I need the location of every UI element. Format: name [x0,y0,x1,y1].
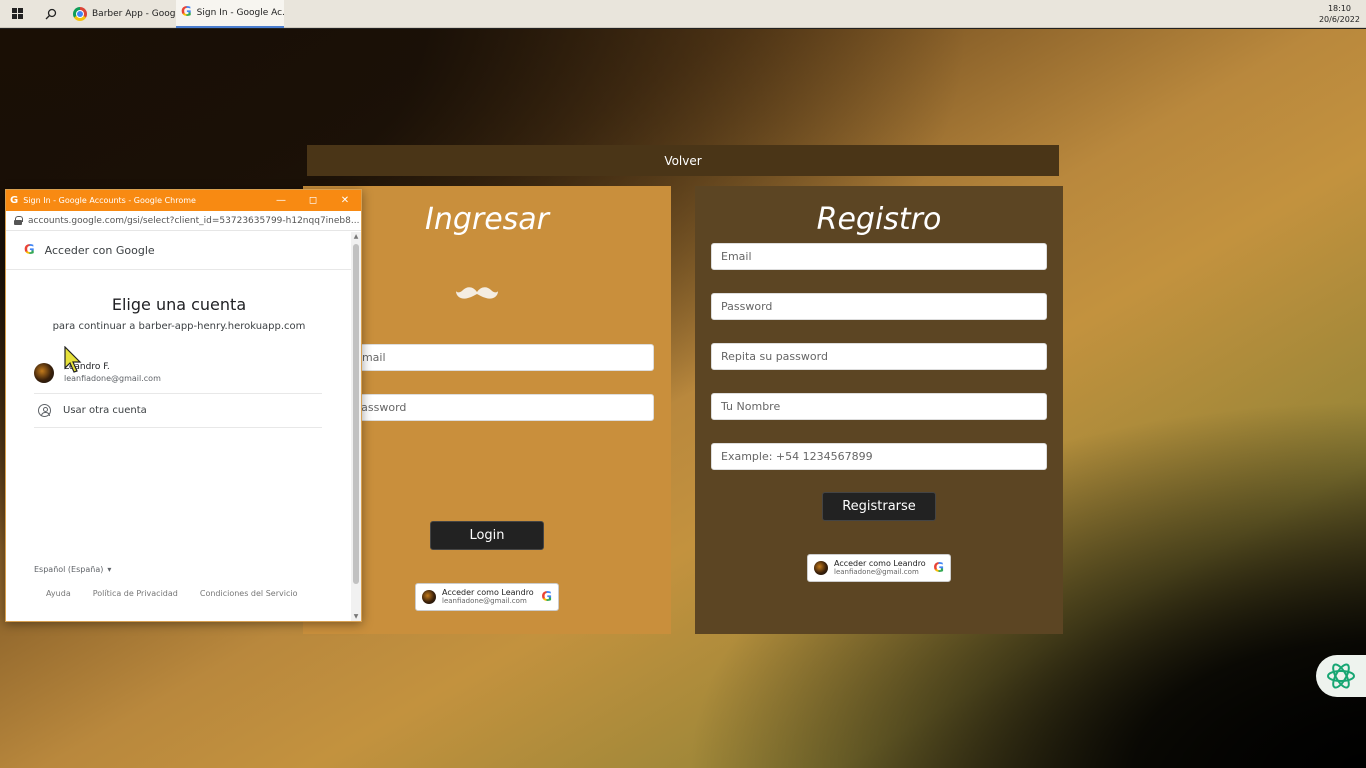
footer-link-help[interactable]: Ayuda [46,589,71,598]
close-icon[interactable]: ✕ [329,195,361,206]
google-icon: G [541,589,552,605]
popup-header: G Acceder con Google [6,232,352,270]
taskbar-tab-barber-app[interactable]: Barber App - Googl... [68,0,176,28]
register-panel: Registro Email Password Repita su passwo… [695,186,1063,634]
register-name-input[interactable]: Tu Nombre [711,393,1047,420]
volver-button[interactable]: Volver [307,145,1059,176]
maximize-icon[interactable]: ◻ [297,195,329,206]
popup-window-title: Sign In - Google Accounts - Google Chrom… [23,196,196,205]
clock-time: 18:10 [1327,3,1352,13]
chip-email: leanfiadone@gmail.com [442,597,527,605]
login-button[interactable]: Login [430,521,544,550]
clock-date: 20/6/2022 [1318,14,1360,24]
login-password-input[interactable]: Password [345,394,654,421]
avatar [34,362,54,383]
search-icon[interactable] [34,0,68,28]
lock-icon [14,216,23,225]
taskbar-tab-label: Barber App - Googl... [92,8,176,19]
mustache-icon [456,287,498,299]
register-repeat-password-input[interactable]: Repita su password [711,343,1047,370]
register-phone-input[interactable]: Example: +54 1234567899 [711,443,1047,470]
scrollbar-thumb[interactable] [353,244,359,584]
popup-scrollbar[interactable]: ▲ ▼ [351,232,361,621]
account-email: leanfiadone@gmail.com [64,373,161,383]
footer-link-terms[interactable]: Condiciones del Servicio [200,589,298,598]
chip-name: Acceder como Leandro [834,559,926,568]
google-one-tap-chip[interactable]: Acceder como Leandro leanfiadone@gmail.c… [807,554,951,582]
minimize-icon[interactable]: — [265,195,297,206]
person-circle-icon [38,404,51,417]
popup-heading: Elige una cuenta [111,295,247,314]
use-other-account[interactable]: Usar otra cuenta [34,394,322,428]
language-selector[interactable]: Español (España) ▾ [34,565,111,574]
popup-address-bar[interactable]: accounts.google.com/gsi/select?client_id… [6,211,361,231]
windows-start-icon[interactable] [0,0,34,28]
use-other-account-label: Usar otra cuenta [63,405,147,416]
google-icon: G [24,243,35,258]
register-button[interactable]: Registrarse [822,492,936,521]
avatar [422,590,436,604]
scroll-up-icon[interactable]: ▲ [351,233,361,240]
language-label: Español (España) [34,565,104,574]
popup-titlebar[interactable]: G Sign In - Google Accounts - Google Chr… [6,190,361,211]
mouse-cursor-icon [64,346,82,373]
caret-down-icon: ▾ [107,565,112,574]
google-icon: G [10,195,19,206]
google-icon: G [933,560,944,576]
floating-assistant-button[interactable] [1316,655,1366,697]
google-icon: G [181,5,192,20]
taskbar-tab-label: Sign In - Google Ac... [196,7,284,18]
popup-subheading: para continuar a barber-app-henry.heroku… [52,321,306,332]
scroll-down-icon[interactable]: ▼ [351,613,361,620]
google-signin-popup: G Sign In - Google Accounts - Google Chr… [5,189,362,622]
chrome-icon [73,6,87,21]
taskbar-tab-sign-in[interactable]: G Sign In - Google Ac... [176,0,284,28]
google-one-tap-chip[interactable]: Acceder como Leandro leanfiadone@gmail.c… [415,583,559,611]
register-email-input[interactable]: Email [711,243,1047,270]
popup-footer: Ayuda Política de Privacidad Condiciones… [46,589,297,598]
login-email-input[interactable]: Email [345,344,654,371]
avatar [814,561,828,575]
register-title: Registro [816,202,942,237]
taskbar: Barber App - Googl... G Sign In - Google… [0,0,1366,28]
register-password-input[interactable]: Password [711,293,1047,320]
system-clock[interactable]: 18:10 20/6/2022 [1319,3,1366,25]
popup-url-text: accounts.google.com/gsi/select?client_id… [28,215,360,226]
chip-name: Acceder como Leandro [442,588,534,597]
footer-link-privacy[interactable]: Política de Privacidad [93,589,178,598]
popup-header-label: Acceder con Google [44,244,155,257]
atom-icon [1327,663,1355,689]
chip-email: leanfiadone@gmail.com [834,568,919,576]
